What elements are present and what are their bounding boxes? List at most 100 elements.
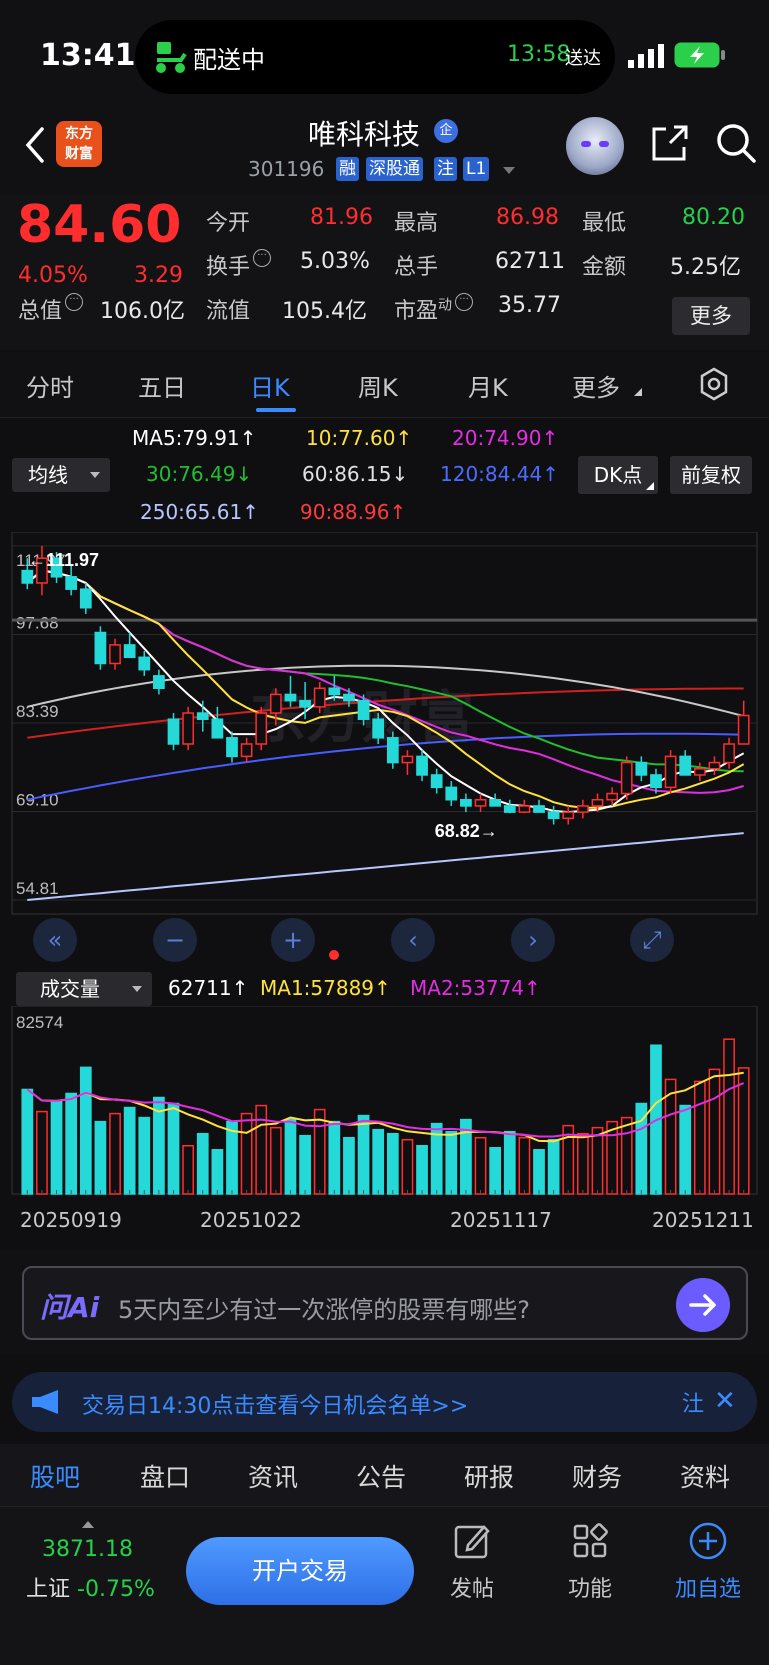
post-button[interactable]: 发帖 bbox=[432, 1521, 512, 1603]
volume-bar-down bbox=[416, 1145, 428, 1195]
high-marker: ←111.97 bbox=[28, 550, 99, 570]
more-quote-button[interactable]: 更多 bbox=[672, 297, 750, 335]
search-icon[interactable] bbox=[714, 121, 758, 165]
tag-shenzhen-connect: 深股通 bbox=[366, 157, 423, 181]
pe-sup: 动 bbox=[438, 297, 453, 314]
grid-icon bbox=[573, 1523, 608, 1558]
candle-body-up bbox=[182, 712, 194, 745]
tab-order-book[interactable]: 盘口 bbox=[140, 1458, 190, 1494]
vol-ma1-label: MA1:57889↑ bbox=[260, 976, 391, 1000]
ai-assistant-avatar[interactable] bbox=[566, 117, 624, 175]
info-icon[interactable]: ··· bbox=[65, 293, 84, 311]
tab-research[interactable]: 研报 bbox=[464, 1458, 514, 1494]
candle-body-down bbox=[460, 798, 472, 807]
tab-five-day[interactable]: 五日 bbox=[138, 368, 186, 403]
candle-body-down bbox=[79, 588, 92, 609]
expand-up-icon[interactable] bbox=[82, 1521, 94, 1528]
robot-eye bbox=[581, 141, 591, 147]
volume-label: 总手 bbox=[394, 255, 439, 280]
mktcap-label[interactable]: 总值 ··· bbox=[18, 293, 84, 325]
volume-bar-up bbox=[723, 1038, 735, 1195]
candle bbox=[460, 793, 472, 813]
ma250-label: 250:65.61↑ bbox=[140, 500, 259, 524]
content-tabs: 股吧 盘口 资讯 公告 研报 财务 资料 bbox=[0, 1444, 769, 1506]
corner-icon bbox=[646, 482, 654, 490]
candle bbox=[445, 781, 458, 806]
candle-body-down bbox=[123, 644, 136, 659]
notice-next-text: 汢 bbox=[682, 1392, 705, 1417]
ma10-label: 10:77.60↑ bbox=[306, 426, 413, 450]
info-icon[interactable]: ··· bbox=[455, 293, 474, 311]
dynamic-island[interactable]: 配送中 13:58 送达 bbox=[135, 20, 615, 94]
volume-bar-up bbox=[606, 1120, 618, 1195]
candle-body-down bbox=[372, 718, 385, 739]
kline-chart[interactable]: 111.9797.6883.3969.1054.81东方财富←111.9768.… bbox=[0, 532, 769, 968]
candle-body-up bbox=[255, 712, 268, 745]
volume-bar-up bbox=[474, 1136, 487, 1195]
notice-banner[interactable]: 交易日14:30点击查看今日机会名单>> 汢 ✕ bbox=[12, 1372, 757, 1432]
dk-point-button[interactable]: DK点 bbox=[578, 456, 658, 494]
candle-body-up bbox=[562, 811, 575, 820]
volume-bar-down bbox=[328, 1120, 341, 1195]
indicator-select[interactable]: 均线 bbox=[12, 458, 110, 492]
tab-forum[interactable]: 股吧 bbox=[30, 1458, 80, 1494]
tab-daily-k[interactable]: 日K bbox=[250, 368, 290, 403]
tab-profile[interactable]: 资料 bbox=[680, 1458, 730, 1494]
tags-dropdown-icon[interactable] bbox=[503, 167, 515, 174]
volume-bar-up bbox=[313, 1108, 326, 1195]
tag-margin: 融 bbox=[336, 157, 359, 181]
candle-body-up bbox=[474, 798, 487, 807]
pe-label[interactable]: 市盈动 ··· bbox=[394, 293, 474, 325]
candle bbox=[109, 638, 121, 670]
gear-icon[interactable] bbox=[696, 366, 732, 402]
candle bbox=[693, 762, 706, 782]
tab-monthly-k[interactable]: 月K bbox=[468, 368, 508, 403]
tab-news[interactable]: 资讯 bbox=[248, 1458, 298, 1494]
candle-body-down bbox=[65, 576, 78, 590]
back-arrow-icon[interactable] bbox=[20, 125, 50, 165]
add-watchlist-button[interactable]: 加自选 bbox=[668, 1521, 748, 1603]
ai-question-box[interactable]: 问Ai 5天内至少有过一次涨停的股票有哪些? bbox=[22, 1266, 748, 1340]
volume-indicator-select[interactable]: 成交量 bbox=[16, 972, 152, 1006]
date-tick: 20251211 bbox=[652, 1208, 754, 1232]
volume-chart[interactable]: 82574 bbox=[0, 1006, 769, 1196]
price-adjust-button[interactable]: 前复权 bbox=[670, 456, 752, 494]
date-tick: 20251117 bbox=[450, 1208, 552, 1232]
tab-announcements[interactable]: 公告 bbox=[356, 1458, 406, 1494]
candle-body-down bbox=[328, 687, 341, 696]
volume-bar-down bbox=[533, 1149, 545, 1195]
volume-bar-up bbox=[109, 1112, 121, 1195]
stock-name[interactable]: 唯科科技 bbox=[308, 113, 420, 153]
candle-body-up bbox=[269, 693, 282, 714]
delivery-scooter-icon bbox=[156, 42, 187, 73]
index-value[interactable]: 3871.18 bbox=[42, 1537, 133, 1562]
y-tick-label: 97.68 bbox=[16, 614, 59, 633]
info-icon[interactable]: ··· bbox=[253, 249, 272, 267]
candle bbox=[196, 700, 209, 732]
candle-body-up bbox=[109, 644, 121, 665]
turnover-label-text: 换手 bbox=[206, 255, 251, 280]
high-label: 最高 bbox=[394, 211, 439, 236]
function-button[interactable]: 功能 bbox=[550, 1521, 630, 1603]
index-label[interactable]: 上证 -0.75% bbox=[26, 1571, 155, 1603]
tab-finance[interactable]: 财务 bbox=[572, 1458, 622, 1494]
y-tick-label: 54.81 bbox=[16, 879, 59, 898]
trade-button[interactable]: 开户交易 bbox=[186, 1537, 414, 1605]
tab-weekly-k[interactable]: 周K bbox=[358, 368, 398, 403]
arrow-right-icon[interactable] bbox=[676, 1278, 730, 1332]
candle-body-down bbox=[635, 761, 648, 776]
turnover-label[interactable]: 换手 ··· bbox=[206, 249, 272, 281]
close-icon[interactable]: ✕ bbox=[714, 1386, 736, 1416]
share-icon[interactable] bbox=[648, 123, 690, 165]
candle bbox=[430, 768, 443, 794]
ai-section: 问Ai 5天内至少有过一次涨停的股票有哪些? bbox=[0, 1250, 769, 1355]
rewind-icon-glyph: « bbox=[48, 926, 63, 954]
tab-more[interactable]: 更多 bbox=[572, 368, 620, 403]
delivery-eta-suffix: 送达 bbox=[565, 48, 601, 69]
megaphone-icon bbox=[32, 1390, 58, 1414]
candle bbox=[518, 799, 531, 814]
tab-intraday[interactable]: 分时 bbox=[26, 368, 74, 403]
candle-body-down bbox=[386, 737, 399, 764]
volume-bar-down bbox=[196, 1132, 209, 1195]
app-logo[interactable]: 东方 财富 bbox=[56, 121, 102, 167]
